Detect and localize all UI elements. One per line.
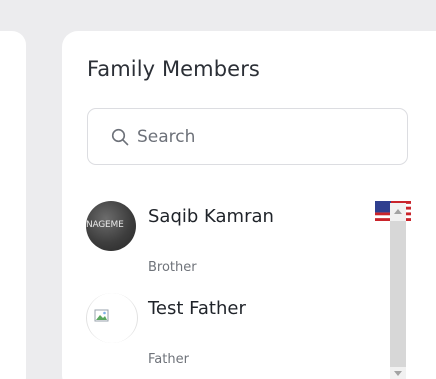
search-icon xyxy=(111,128,129,146)
left-panel xyxy=(0,31,26,379)
avatar xyxy=(86,293,138,343)
scroll-down-arrow-icon[interactable] xyxy=(394,371,402,376)
member-relation: Brother xyxy=(148,260,197,275)
list-item[interactable]: Test Father Father xyxy=(86,293,386,378)
search-box[interactable] xyxy=(87,108,408,165)
broken-image-icon xyxy=(94,309,109,322)
list-scrollbar[interactable] xyxy=(390,203,406,379)
search-input[interactable] xyxy=(137,123,387,151)
page: Family Members ANAGEME Saqib Kamran Brot… xyxy=(0,0,436,379)
member-name: Saqib Kamran xyxy=(148,206,274,227)
scroll-up-arrow-icon[interactable] xyxy=(394,209,402,214)
members-list: ANAGEME Saqib Kamran Brother xyxy=(86,201,411,379)
member-relation: Father xyxy=(148,352,189,367)
family-members-card: Family Members ANAGEME Saqib Kamran Brot… xyxy=(62,31,436,379)
scroll-thumb[interactable] xyxy=(390,221,406,367)
avatar-text: ANAGEME xyxy=(86,220,124,230)
member-name: Test Father xyxy=(148,298,246,319)
card-title: Family Members xyxy=(87,57,260,81)
list-item[interactable]: ANAGEME Saqib Kamran Brother xyxy=(86,201,411,286)
avatar: ANAGEME xyxy=(86,201,136,251)
